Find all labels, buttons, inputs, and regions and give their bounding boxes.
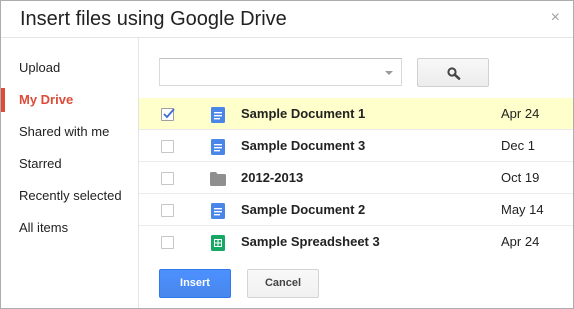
checkmark-icon xyxy=(163,108,175,119)
close-icon[interactable]: × xyxy=(551,9,560,27)
file-name: Sample Document 2 xyxy=(241,202,366,217)
search-icon xyxy=(447,67,461,80)
file-checkbox[interactable] xyxy=(161,140,174,153)
search-button[interactable] xyxy=(417,58,489,87)
file-picker-main: Sample Document 1 Apr 24 Sample Document… xyxy=(139,38,573,308)
folder-name: 2012-2013 xyxy=(241,170,304,185)
document-icon xyxy=(211,203,225,219)
file-checkbox[interactable] xyxy=(161,204,174,217)
file-date: Apr 24 xyxy=(501,106,540,121)
sidebar-item-recently-selected[interactable]: Recently selected xyxy=(1,184,138,208)
file-checkbox[interactable] xyxy=(161,108,175,121)
folder-icon xyxy=(210,172,226,186)
file-checkbox[interactable] xyxy=(161,236,174,249)
spreadsheet-icon xyxy=(211,235,225,251)
sidebar-item-starred[interactable]: Starred xyxy=(1,152,138,176)
sidebar-item-upload[interactable]: Upload xyxy=(1,56,138,80)
sidebar-item-all-items[interactable]: All items xyxy=(1,216,138,240)
file-row[interactable]: Sample Spreadsheet 3 Apr 24 xyxy=(139,226,573,258)
file-row[interactable]: 2012-2013 Oct 19 xyxy=(139,162,573,194)
file-date: Dec 1 xyxy=(501,138,535,153)
sidebar-item-shared-with-me[interactable]: Shared with me xyxy=(1,120,138,144)
sidebar: Upload My Drive Shared with me Starred R… xyxy=(1,38,139,308)
search-input[interactable] xyxy=(159,58,402,86)
document-icon xyxy=(211,139,225,155)
file-date: Oct 19 xyxy=(501,170,540,185)
file-name: Sample Document 3 xyxy=(241,138,366,153)
file-date: May 14 xyxy=(501,202,544,217)
file-checkbox[interactable] xyxy=(161,172,174,185)
insert-files-dialog: Insert files using Google Drive × Upload… xyxy=(0,0,574,309)
dialog-title: Insert files using Google Drive xyxy=(20,8,287,30)
file-row[interactable]: Sample Document 3 Dec 1 xyxy=(139,130,573,162)
file-name: Sample Document 1 xyxy=(241,106,366,121)
dropdown-arrow-icon[interactable] xyxy=(385,71,393,75)
dialog-titlebar: Insert files using Google Drive × xyxy=(1,1,573,38)
file-date: Apr 24 xyxy=(501,234,540,249)
file-row[interactable]: Sample Document 2 May 14 xyxy=(139,194,573,226)
cancel-button[interactable]: Cancel xyxy=(247,269,319,298)
document-icon xyxy=(211,107,225,123)
file-row[interactable]: Sample Document 1 Apr 24 xyxy=(139,98,573,130)
file-name: Sample Spreadsheet 3 xyxy=(241,234,380,249)
sidebar-item-my-drive[interactable]: My Drive xyxy=(1,88,138,112)
insert-button[interactable]: Insert xyxy=(159,269,231,298)
